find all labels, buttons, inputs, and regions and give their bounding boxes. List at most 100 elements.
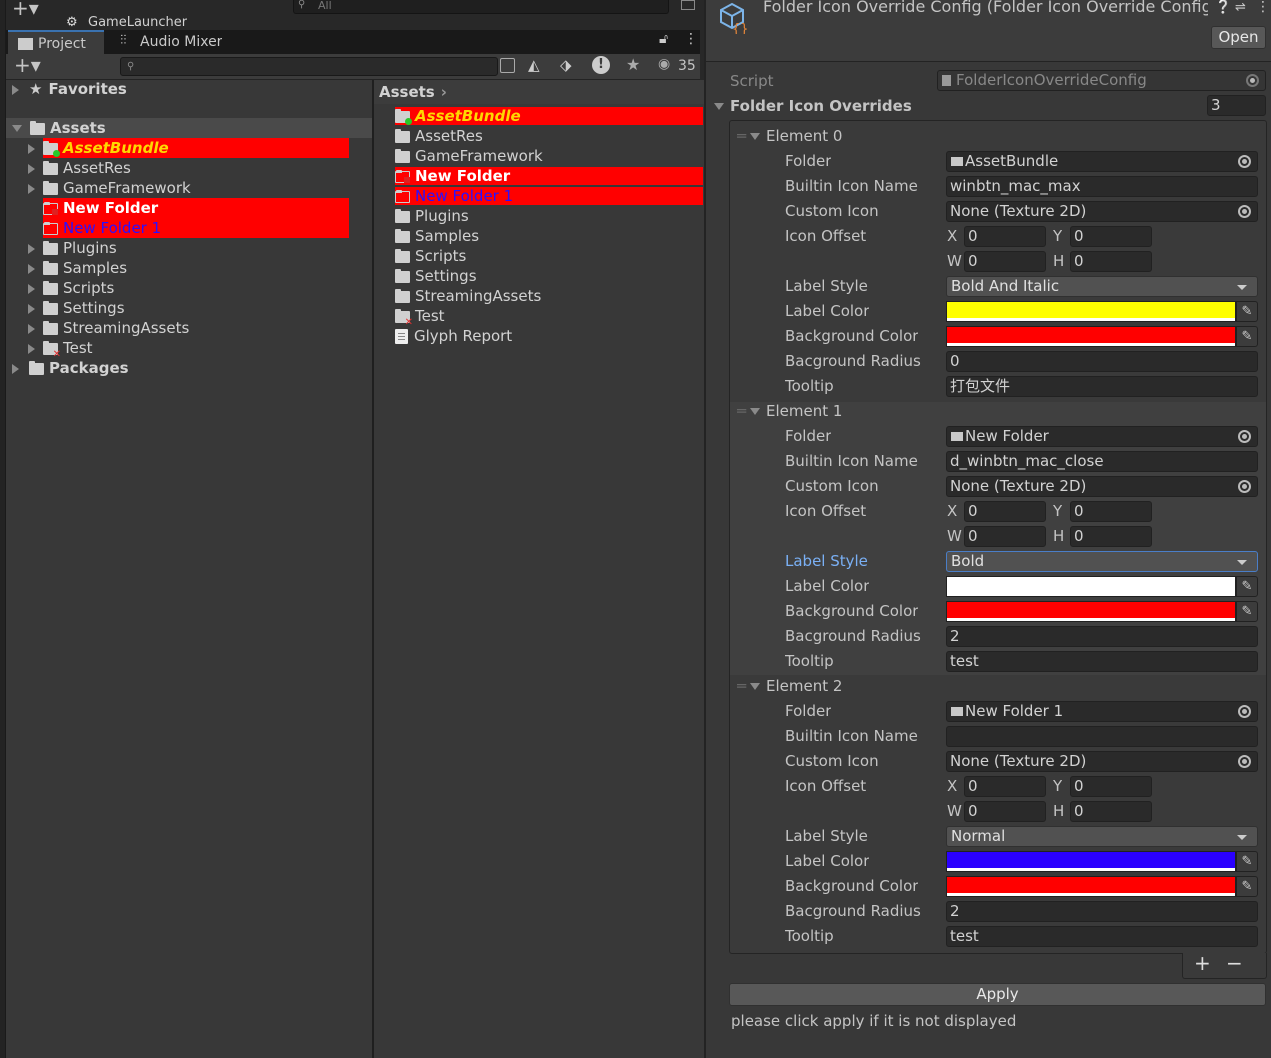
add-element-button[interactable]: + xyxy=(1194,951,1211,975)
custom-icon-field[interactable]: None (Texture 2D) xyxy=(946,201,1258,222)
folder-object-field[interactable]: New Folder 1 xyxy=(946,701,1258,722)
offset-y-field[interactable]: 0 xyxy=(1070,226,1152,247)
collapse-arrow-icon[interactable] xyxy=(750,683,761,690)
collapse-arrow-icon[interactable] xyxy=(12,125,22,132)
grid-item[interactable]: Glyph Report xyxy=(395,326,703,346)
collapse-arrow-icon[interactable] xyxy=(714,103,724,110)
grid-item[interactable]: Scripts xyxy=(395,246,703,266)
radius-field[interactable]: 0 xyxy=(946,351,1258,372)
eyedropper-icon[interactable]: ✎ xyxy=(1236,601,1258,622)
grid-item[interactable]: Settings xyxy=(395,266,703,286)
grid-item[interactable]: New Folder xyxy=(395,167,703,185)
builtin-field[interactable] xyxy=(946,726,1258,747)
grid-item[interactable]: Plugins xyxy=(395,206,703,226)
label-style-dropdown[interactable]: Bold And Italic xyxy=(946,276,1258,297)
folder-object-field[interactable]: AssetBundle xyxy=(946,151,1258,172)
tree-favorites[interactable]: ★ Favorites xyxy=(12,79,372,99)
tooltip-field[interactable]: test xyxy=(946,926,1258,947)
element-header[interactable]: ═ Element 1 xyxy=(737,401,842,421)
expand-arrow-icon[interactable] xyxy=(12,363,19,374)
expand-arrow-icon[interactable] xyxy=(12,84,19,95)
eyedropper-icon[interactable]: ✎ xyxy=(1236,876,1258,897)
more-menu-icon[interactable]: ⋮ xyxy=(684,31,698,47)
offset-w-field[interactable]: 0 xyxy=(964,251,1046,272)
grid-item[interactable]: GameFramework xyxy=(395,146,703,166)
expand-arrow-icon[interactable] xyxy=(28,183,35,194)
grid-item[interactable]: ✕ Test xyxy=(395,306,703,326)
project-search-input[interactable]: ⚲ xyxy=(120,57,498,76)
tree-item[interactable]: New Folder 1 xyxy=(28,218,372,238)
object-picker-icon[interactable] xyxy=(1238,155,1251,168)
eyedropper-icon[interactable]: ✎ xyxy=(1236,301,1258,322)
element-header[interactable]: ═ Element 0 xyxy=(737,126,842,146)
eyedropper-icon[interactable]: ✎ xyxy=(1236,576,1258,597)
tree-item[interactable]: New Folder xyxy=(28,198,372,218)
offset-x-field[interactable]: 0 xyxy=(964,501,1046,522)
grid-item[interactable]: New Folder 1 xyxy=(395,187,703,205)
tooltip-field[interactable]: 打包文件 xyxy=(946,376,1258,397)
offset-x-field[interactable]: 0 xyxy=(964,226,1046,247)
remove-element-button[interactable]: − xyxy=(1226,951,1243,975)
hidden-eye-icon[interactable]: ◉ xyxy=(658,56,670,72)
background-color-swatch[interactable] xyxy=(946,326,1236,347)
tab-audio-mixer[interactable]: Audio Mixer xyxy=(110,30,222,54)
tree-item[interactable]: GameFramework xyxy=(28,178,372,198)
favorite-star-icon[interactable]: ★ xyxy=(626,55,640,74)
expand-arrow-icon[interactable] xyxy=(28,263,35,274)
tree-item[interactable]: AssetBundle xyxy=(28,138,372,158)
warning-icon[interactable]: ! xyxy=(592,56,610,74)
object-picker-icon[interactable] xyxy=(1238,755,1251,768)
custom-icon-field[interactable]: None (Texture 2D) xyxy=(946,751,1258,772)
tree-packages[interactable]: Packages xyxy=(12,358,372,378)
builtin-field[interactable]: d_winbtn_mac_close xyxy=(946,451,1258,472)
offset-w-field[interactable]: 0 xyxy=(964,526,1046,547)
tree-item[interactable]: Plugins xyxy=(28,238,372,258)
offset-x-field[interactable]: 0 xyxy=(964,776,1046,797)
open-button[interactable]: Open xyxy=(1211,26,1266,49)
expand-arrow-icon[interactable] xyxy=(28,243,35,254)
expand-arrow-icon[interactable] xyxy=(28,343,35,354)
radius-field[interactable]: 2 xyxy=(946,626,1258,647)
more-options-icon[interactable]: ⋮ xyxy=(1256,0,1270,15)
maximize-icon[interactable] xyxy=(681,0,695,10)
filter-type-icon[interactable]: ◭ xyxy=(528,56,540,74)
radius-field[interactable]: 2 xyxy=(946,901,1258,922)
object-picker-icon[interactable] xyxy=(1238,430,1251,443)
offset-y-field[interactable]: 0 xyxy=(1070,776,1152,797)
label-style-dropdown[interactable]: Normal xyxy=(946,826,1258,847)
lock-icon[interactable]: 🔓︎ xyxy=(659,31,668,47)
tree-item[interactable]: Samples xyxy=(28,258,372,278)
grid-item[interactable]: StreamingAssets xyxy=(395,286,703,306)
offset-h-field[interactable]: 0 xyxy=(1070,251,1152,272)
tree-item[interactable]: AssetRes xyxy=(28,158,372,178)
search-scope-icon[interactable] xyxy=(500,58,515,73)
expand-arrow-icon[interactable] xyxy=(28,163,35,174)
eyedropper-icon[interactable]: ✎ xyxy=(1236,851,1258,872)
element-header[interactable]: ═ Element 2 xyxy=(737,676,842,696)
help-icon[interactable]: ❔ xyxy=(1215,0,1231,15)
drag-handle-icon[interactable]: ═ xyxy=(737,677,746,695)
label-color-swatch[interactable] xyxy=(946,851,1236,872)
tree-item[interactable]: Scripts xyxy=(28,278,372,298)
expand-arrow-icon[interactable] xyxy=(28,323,35,334)
object-picker-icon[interactable] xyxy=(1238,205,1251,218)
tree-assets[interactable]: Assets xyxy=(6,118,372,138)
collapse-arrow-icon[interactable] xyxy=(750,408,761,415)
grid-item[interactable]: AssetRes xyxy=(395,126,703,146)
breadcrumb[interactable]: Assets › xyxy=(379,82,447,102)
eyedropper-icon[interactable]: ✎ xyxy=(1236,326,1258,347)
offset-h-field[interactable]: 0 xyxy=(1070,801,1152,822)
tree-item[interactable]: StreamingAssets xyxy=(28,318,372,338)
grid-item[interactable]: AssetBundle xyxy=(395,107,703,125)
hierarchy-search-input[interactable]: All xyxy=(293,0,669,14)
folder-object-field[interactable]: New Folder xyxy=(946,426,1258,447)
preset-icon[interactable]: ⇌ xyxy=(1235,0,1246,15)
object-picker-icon[interactable] xyxy=(1238,480,1251,493)
offset-h-field[interactable]: 0 xyxy=(1070,526,1152,547)
expand-arrow-icon[interactable] xyxy=(28,283,35,294)
drag-handle-icon[interactable]: ═ xyxy=(737,402,746,420)
offset-w-field[interactable]: 0 xyxy=(964,801,1046,822)
label-tag-icon[interactable]: ⬗ xyxy=(560,56,572,74)
label-color-swatch[interactable] xyxy=(946,301,1236,322)
list-size-field[interactable]: 3 xyxy=(1207,95,1266,116)
